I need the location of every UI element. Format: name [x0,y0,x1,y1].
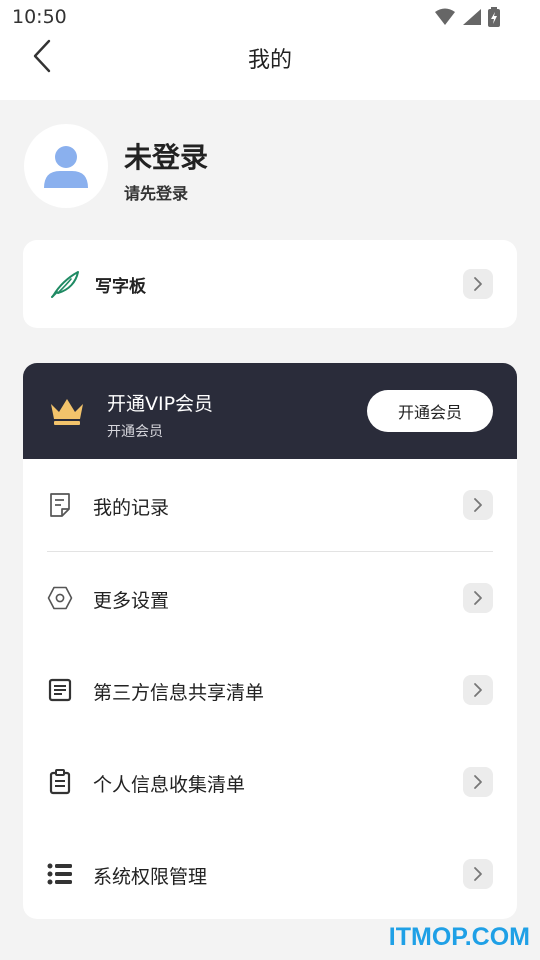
vip-subtitle: 开通会员 [107,424,163,440]
chevron-right-icon [463,675,493,705]
watermark: ITMOP.COM [388,923,530,951]
status-time: 10:50 [12,6,67,28]
profile-name: 未登录 [124,141,209,174]
chevron-right-icon [463,269,493,299]
wifi-icon [435,8,455,25]
profile-section[interactable]: 未登录 请先登录 [24,124,524,210]
menu-item-label: 第三方信息共享清单 [93,682,265,704]
chevron-right-icon [463,490,493,520]
vip-banner[interactable]: 开通VIP会员 开通会员 开通会员 [23,363,517,459]
vip-title: 开通VIP会员 [107,393,214,415]
menu-item-label: 更多设置 [93,590,170,612]
signal-icon [463,9,481,25]
page-title: 我的 [247,48,292,73]
menu-item-label: 系统权限管理 [93,866,208,888]
status-bar: 10:50 [0,0,540,34]
writing-pad-card[interactable]: 写字板 [23,240,517,328]
menu-item-label: 我的记录 [93,497,170,519]
avatar[interactable] [24,124,108,208]
menu-item-settings[interactable]: 更多设置 [23,552,517,644]
status-icons [434,6,500,28]
settings-icon [47,585,73,611]
menu-item-label: 个人信息收集清单 [93,774,246,796]
crown-icon [51,399,83,425]
chevron-right-icon [463,583,493,613]
document-icon [47,677,73,703]
chevron-right-icon [463,859,493,889]
writing-pad-label: 写字板 [95,277,146,297]
clipboard-icon [47,769,73,795]
record-icon [47,492,73,518]
user-icon [44,146,88,188]
login-prompt[interactable]: 请先登录 [124,180,188,204]
nav-bar: 我的 [0,34,540,100]
chevron-right-icon [463,767,493,797]
battery-icon [488,7,500,27]
menu-card: 我的记录 更多设置 第三方信息共享清单 个人信息收集清单 系统权限管理 [23,459,517,919]
list-icon [47,861,73,887]
menu-item-third-party-sharing[interactable]: 第三方信息共享清单 [23,644,517,736]
menu-item-permissions[interactable]: 系统权限管理 [23,828,517,920]
menu-item-personal-info[interactable]: 个人信息收集清单 [23,736,517,828]
quill-icon [51,271,79,298]
menu-item-records[interactable]: 我的记录 [23,459,517,551]
open-vip-button[interactable]: 开通会员 [367,390,493,432]
